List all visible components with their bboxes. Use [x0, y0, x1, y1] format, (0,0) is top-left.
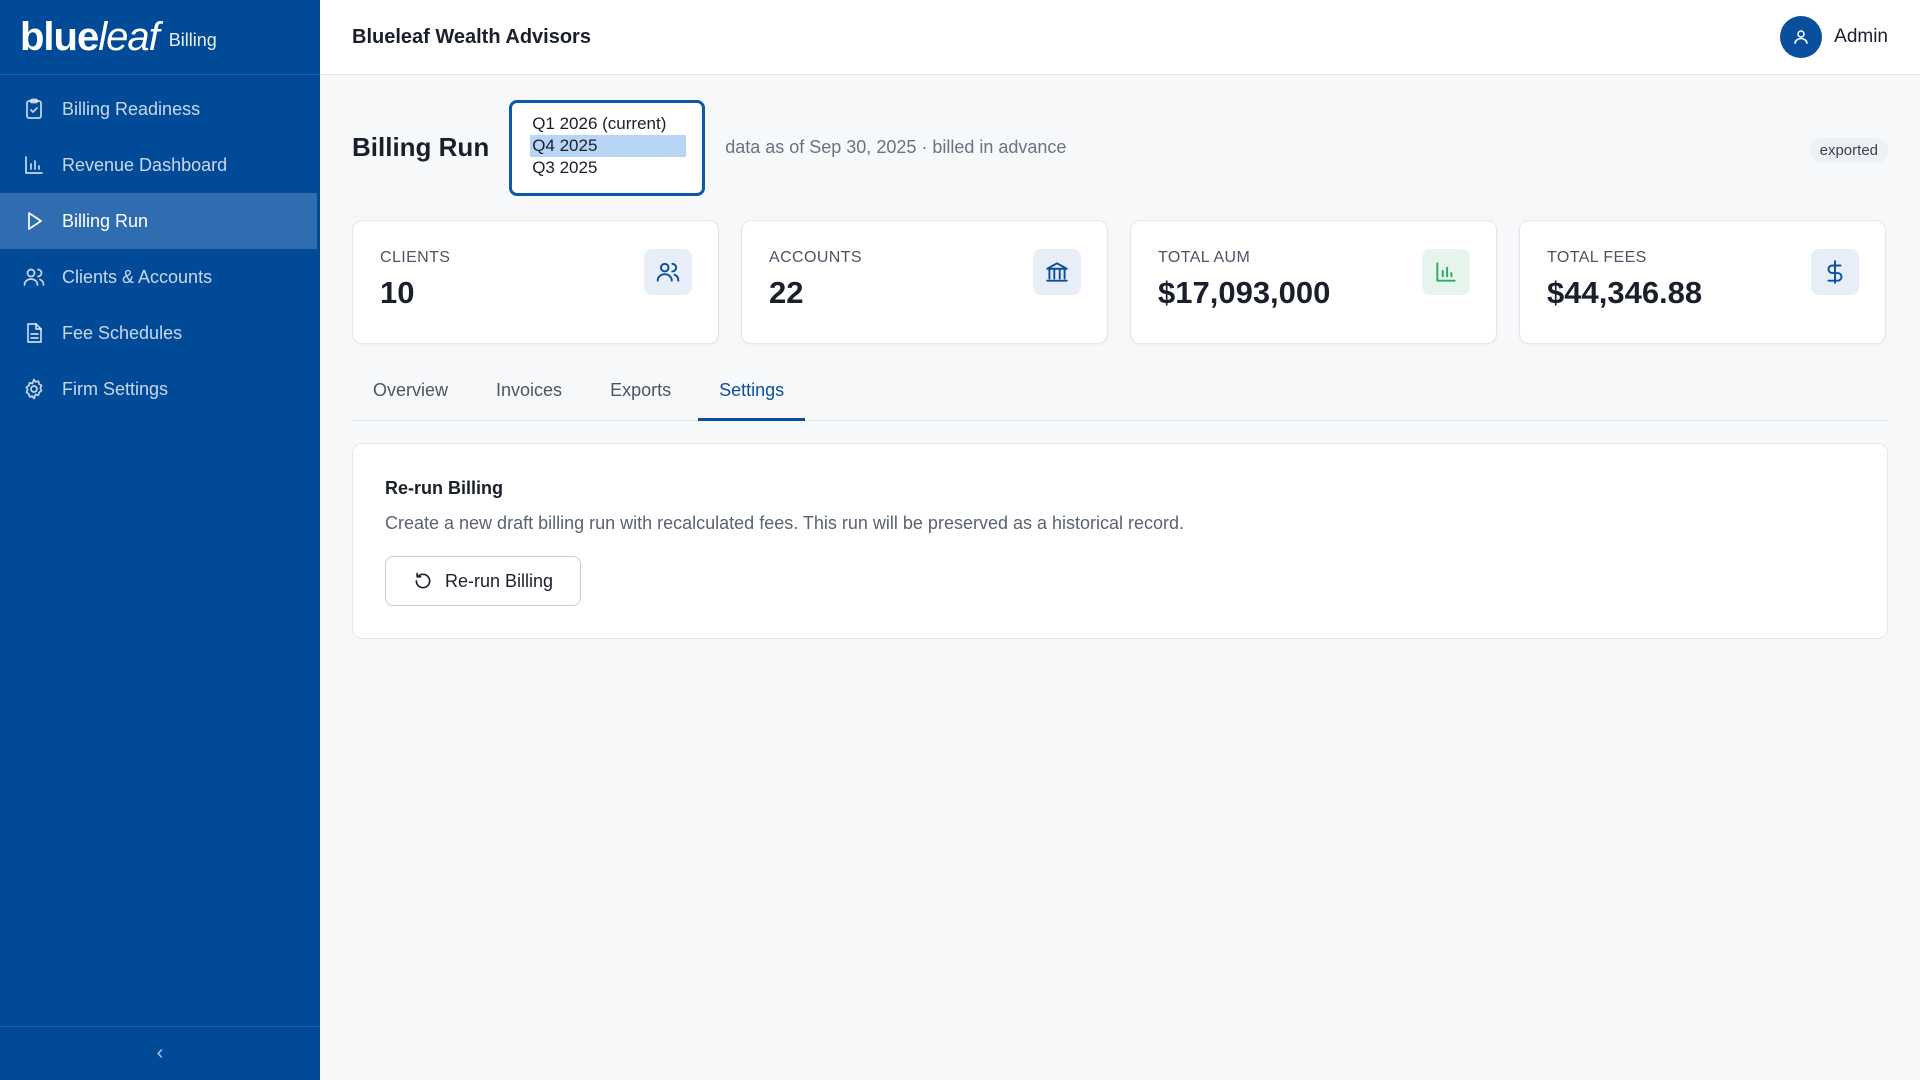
- kpi-row: CLIENTS 10 ACCOUNTS 22 TOTAL AUM $17,093…: [352, 220, 1888, 344]
- kpi-icon-box: [644, 249, 692, 295]
- gear-icon: [25, 378, 43, 400]
- sidebar-item-fee-schedules[interactable]: Fee Schedules: [0, 305, 320, 361]
- sidebar-item-label: Revenue Dashboard: [62, 154, 228, 175]
- tab-invoices[interactable]: Invoices: [475, 366, 583, 421]
- period-select[interactable]: Q1 2026 (current) Q4 2025 Q3 2025: [509, 99, 706, 196]
- main-content: Billing Run Q1 2026 (current) Q4 2025 Q3…: [352, 75, 1888, 639]
- user-menu[interactable]: Admin: [1780, 16, 1888, 58]
- users-icon: [656, 262, 680, 282]
- top-header: Blueleaf Wealth Advisors Admin: [320, 0, 1920, 75]
- sidebar-item-billing-run[interactable]: Billing Run: [0, 193, 317, 249]
- button-label: Re-run Billing: [444, 570, 554, 591]
- kpi-icon-box: [1811, 249, 1859, 295]
- bar-chart-icon: [1436, 262, 1456, 282]
- title-row: Billing Run Q1 2026 (current) Q4 2025 Q3…: [352, 75, 1888, 220]
- sidebar-nav: Billing Readiness Revenue Dashboard Bill…: [0, 81, 320, 417]
- users-icon: [23, 268, 45, 286]
- rerun-billing-card: Re-run Billing Create a new draft billin…: [352, 443, 1888, 639]
- period-option-selected[interactable]: Q4 2025: [530, 134, 687, 157]
- kpi-card-total-aum: TOTAL AUM $17,093,000: [1130, 220, 1497, 344]
- sidebar-item-firm-settings[interactable]: Firm Settings: [0, 361, 320, 417]
- avatar[interactable]: [1780, 16, 1823, 58]
- dollar-icon: [1827, 260, 1843, 284]
- user-icon: [1794, 30, 1808, 44]
- kpi-card-clients: CLIENTS 10: [352, 220, 719, 344]
- kpi-icon-box: [1033, 249, 1081, 295]
- kpi-card-total-fees: TOTAL FEES $44,346.88: [1519, 220, 1886, 344]
- refresh-icon: [415, 572, 431, 589]
- bar-chart-icon: [25, 156, 43, 174]
- chevron-left-icon: ‹: [156, 1042, 164, 1064]
- sidebar: blueleaf Billing Billing Readiness Reven…: [0, 0, 320, 1080]
- card-title: Re-run Billing: [385, 478, 503, 498]
- status-badge: exported: [1809, 138, 1888, 163]
- tab-overview[interactable]: Overview: [352, 366, 469, 421]
- sidebar-item-label: Billing Run: [62, 210, 149, 231]
- tab-exports[interactable]: Exports: [589, 366, 692, 421]
- rerun-billing-button[interactable]: Re-run Billing: [385, 556, 581, 606]
- clipboard-check-icon: [26, 98, 42, 119]
- brand[interactable]: blueleaf Billing: [0, 0, 320, 75]
- tab-settings[interactable]: Settings: [698, 366, 806, 421]
- period-option[interactable]: Q1 2026 (current): [530, 113, 686, 135]
- sidebar-item-label: Fee Schedules: [62, 322, 183, 343]
- sidebar-collapse-button[interactable]: ‹: [0, 1026, 320, 1080]
- firm-name: Blueleaf Wealth Advisors: [352, 25, 591, 48]
- brand-subtitle: Billing: [168, 29, 217, 50]
- period-option[interactable]: Q3 2025: [530, 157, 686, 179]
- card-description: Create a new draft billing run with reca…: [385, 513, 1185, 533]
- kpi-card-accounts: ACCOUNTS 22: [741, 220, 1108, 344]
- data-as-of-text: data as of Sep 30, 2025 · billed in adva…: [725, 137, 1067, 157]
- kpi-icon-box: [1422, 249, 1470, 295]
- page-title: Billing Run: [352, 132, 490, 162]
- sidebar-item-label: Billing Readiness: [62, 98, 201, 119]
- sidebar-item-label: Clients & Accounts: [62, 266, 213, 287]
- document-icon: [27, 323, 42, 343]
- play-icon: [28, 212, 42, 230]
- brand-logo: blueleaf: [20, 14, 160, 59]
- user-name: Admin: [1834, 26, 1888, 47]
- sidebar-item-clients-accounts[interactable]: Clients & Accounts: [0, 249, 320, 305]
- bank-icon: [1046, 262, 1068, 282]
- sidebar-item-billing-readiness[interactable]: Billing Readiness: [0, 81, 320, 137]
- tab-bar: Overview Invoices Exports Settings: [352, 366, 1888, 421]
- sidebar-item-revenue-dashboard[interactable]: Revenue Dashboard: [0, 137, 320, 193]
- sidebar-item-label: Firm Settings: [62, 378, 169, 399]
